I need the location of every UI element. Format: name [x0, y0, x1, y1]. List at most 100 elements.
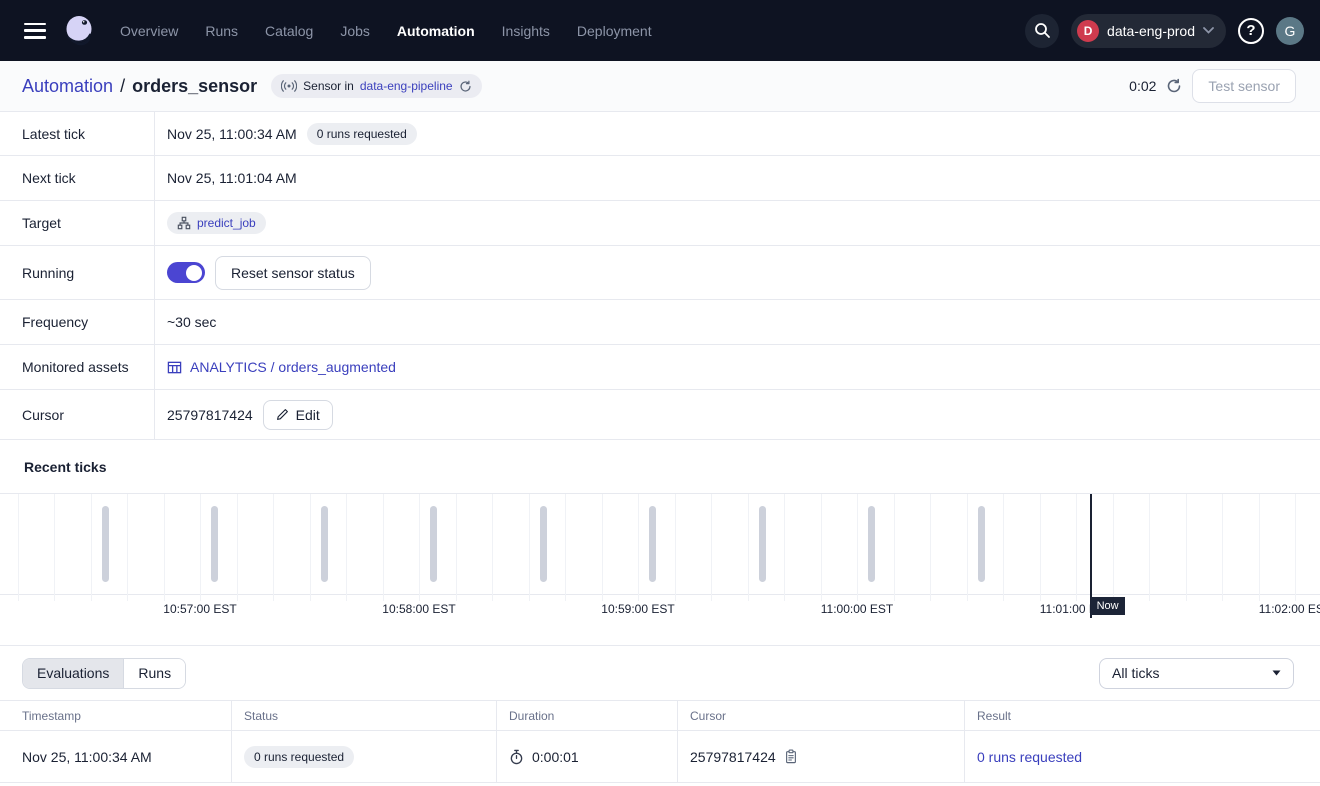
refresh-icon — [1166, 78, 1182, 94]
test-sensor-button[interactable]: Test sensor — [1192, 69, 1296, 103]
chart-gridline — [638, 494, 639, 601]
recent-ticks-chart: 10:57:00 EST10:58:00 EST10:59:00 EST11:0… — [0, 493, 1320, 646]
monitored-assets-row: Monitored assets ANALYTICS / orders_augm… — [0, 345, 1320, 390]
frequency-value: ~30 sec — [167, 314, 216, 330]
nav-items: Overview Runs Catalog Jobs Automation In… — [120, 23, 652, 39]
nav-item-catalog[interactable]: Catalog — [265, 23, 313, 39]
axis-tick-label: 11:00:00 EST — [821, 602, 894, 616]
breadcrumb-separator: / — [120, 76, 125, 97]
row-cursor: 25797817424 — [690, 749, 776, 765]
monitored-asset-name: ANALYTICS / orders_augmented — [190, 359, 396, 375]
deployment-name: data-eng-prod — [1107, 23, 1195, 39]
nav-item-overview[interactable]: Overview — [120, 23, 178, 39]
deployment-selector[interactable]: D data-eng-prod — [1071, 14, 1226, 48]
sensor-tick-bar[interactable] — [649, 506, 656, 582]
table-header-row: Timestamp Status Duration Cursor Result — [0, 700, 1320, 731]
chart-gridline — [200, 494, 201, 601]
nav-item-deployment[interactable]: Deployment — [577, 23, 652, 39]
sensor-tick-bar[interactable] — [211, 506, 218, 582]
sensor-tick-bar[interactable] — [759, 506, 766, 582]
target-row: Target predict_job — [0, 201, 1320, 246]
sensor-tick-bar[interactable] — [102, 506, 109, 582]
row-duration: 0:00:01 — [532, 749, 579, 765]
user-avatar[interactable]: G — [1276, 17, 1304, 45]
running-toggle[interactable] — [167, 262, 205, 283]
nav-item-automation[interactable]: Automation — [397, 23, 475, 39]
copy-cursor-icon[interactable] — [784, 749, 798, 764]
evaluations-table: Timestamp Status Duration Cursor Result … — [0, 700, 1320, 786]
chart-gridline — [857, 494, 858, 601]
running-label: Running — [0, 246, 155, 299]
sensor-tick-bar[interactable] — [978, 506, 985, 582]
chart-gridline — [602, 494, 603, 601]
breadcrumb-automation-link[interactable]: Automation — [22, 76, 113, 97]
chart-gridline — [127, 494, 128, 601]
ticks-toolbar: Evaluations Runs All ticks — [0, 646, 1320, 700]
chart-gridline — [1076, 494, 1077, 601]
code-location-link[interactable]: data-eng-pipeline — [360, 79, 453, 93]
axis-tick-label: 10:59:00 EST — [601, 602, 674, 616]
refresh-button[interactable] — [1166, 78, 1182, 94]
target-job-link[interactable]: predict_job — [197, 216, 256, 230]
chart-gridline — [748, 494, 749, 601]
cursor-row: Cursor 25797817424 Edit — [0, 390, 1320, 440]
chart-gridline — [18, 494, 19, 601]
tick-filter-select[interactable]: All ticks — [1099, 658, 1294, 689]
chart-gridline — [419, 494, 420, 601]
sensor-tick-bar[interactable] — [430, 506, 437, 582]
chart-gridline — [784, 494, 785, 601]
column-header-result: Result — [965, 701, 1320, 730]
chart-gridline — [930, 494, 931, 601]
chart-gridline — [821, 494, 822, 601]
recent-ticks-title: Recent ticks — [0, 440, 1320, 493]
edit-cursor-label: Edit — [296, 407, 320, 423]
chart-gridline — [1295, 494, 1296, 601]
menu-icon[interactable] — [24, 23, 46, 39]
sensor-tick-bar[interactable] — [868, 506, 875, 582]
tab-runs[interactable]: Runs — [123, 659, 185, 688]
column-header-timestamp: Timestamp — [0, 701, 232, 730]
search-icon — [1034, 22, 1051, 39]
asset-table-icon — [167, 360, 182, 375]
help-icon[interactable]: ? — [1238, 18, 1264, 44]
sensor-type-label: Sensor in — [303, 79, 354, 93]
reset-sensor-status-button[interactable]: Reset sensor status — [215, 256, 371, 290]
chart-gridline — [164, 494, 165, 601]
page-header: Automation / orders_sensor Sensor in dat… — [0, 61, 1320, 112]
table-row: Nov 25, 11:00:34 AM 0 runs requested 0:0… — [0, 731, 1320, 783]
edit-cursor-button[interactable]: Edit — [263, 400, 333, 430]
nav-item-insights[interactable]: Insights — [502, 23, 550, 39]
axis-tick-label: 10:58:00 EST — [382, 602, 455, 616]
chart-gridline — [273, 494, 274, 601]
dagster-logo-icon[interactable] — [60, 12, 98, 50]
top-nav: Overview Runs Catalog Jobs Automation In… — [0, 0, 1320, 61]
tab-evaluations[interactable]: Evaluations — [23, 659, 123, 688]
search-button[interactable] — [1025, 14, 1059, 48]
pencil-icon — [276, 408, 289, 421]
row-result-link[interactable]: 0 runs requested — [977, 749, 1082, 765]
chart-gridline — [456, 494, 457, 601]
reload-location-icon[interactable] — [459, 80, 472, 93]
column-header-cursor: Cursor — [678, 701, 965, 730]
frequency-row: Frequency ~30 sec — [0, 300, 1320, 345]
tick-filter-value: All ticks — [1112, 665, 1159, 681]
cursor-label: Cursor — [0, 390, 155, 439]
chart-gridline — [492, 494, 493, 601]
deployment-badge: D — [1077, 20, 1099, 42]
next-tick-label: Next tick — [0, 156, 155, 200]
chart-gridline — [894, 494, 895, 601]
target-job-chip[interactable]: predict_job — [167, 212, 266, 234]
nav-item-jobs[interactable]: Jobs — [340, 23, 370, 39]
latest-tick-time: Nov 25, 11:00:34 AM — [167, 126, 297, 142]
monitored-assets-label: Monitored assets — [0, 345, 155, 389]
chart-gridline — [529, 494, 530, 601]
chevron-down-icon — [1203, 27, 1214, 34]
chart-baseline — [0, 594, 1320, 595]
sensor-tick-bar[interactable] — [540, 506, 547, 582]
chart-gridline — [1149, 494, 1150, 601]
target-label: Target — [0, 201, 155, 245]
column-header-status: Status — [232, 701, 497, 730]
nav-item-runs[interactable]: Runs — [205, 23, 238, 39]
sensor-tick-bar[interactable] — [321, 506, 328, 582]
monitored-asset-link[interactable]: ANALYTICS / orders_augmented — [167, 359, 396, 375]
